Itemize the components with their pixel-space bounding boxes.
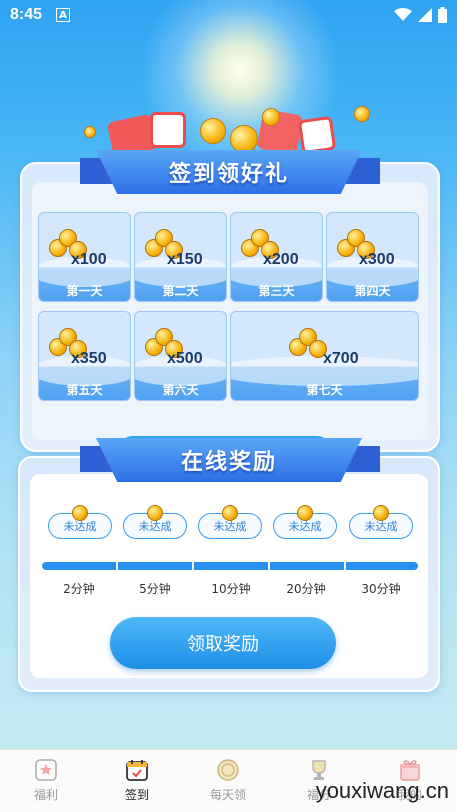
- progress-segment: [42, 562, 116, 570]
- progress-segment: [194, 562, 268, 570]
- day-tile-3[interactable]: x200 第三天: [230, 212, 323, 302]
- day-tile-6[interactable]: x500 第六天: [134, 311, 227, 401]
- nav-label: 签到: [124, 788, 149, 802]
- progress-segment: [118, 562, 192, 570]
- day-tile-4[interactable]: x300 第四天: [326, 212, 419, 302]
- star-icon: [35, 759, 57, 781]
- coin-decoration: [354, 106, 370, 122]
- nav-item-welfare[interactable]: 福利: [8, 758, 84, 803]
- milestone-badge-1: 未达成: [48, 505, 112, 539]
- day-tile-1[interactable]: x100 第一天: [38, 212, 131, 302]
- signin-title: 签到领好礼: [96, 150, 362, 194]
- day-tile-2[interactable]: x150 第二天: [134, 212, 227, 302]
- progress-segment: [346, 562, 418, 570]
- signal-icon: [418, 8, 432, 22]
- gift-box-decoration: [150, 112, 186, 148]
- claim-reward-button[interactable]: 领取奖励: [110, 617, 336, 669]
- day-label: 第五天: [66, 382, 103, 397]
- online-title: 在线奖励: [96, 438, 362, 482]
- nav-item-signin[interactable]: 签到: [99, 758, 175, 803]
- nav-label: 福利: [33, 788, 58, 802]
- wifi-icon: [394, 8, 412, 21]
- day-label: 第二天: [162, 283, 199, 298]
- day-label: 第一天: [66, 283, 103, 298]
- coin-decoration: [84, 126, 96, 138]
- day-label: 第四天: [354, 283, 391, 298]
- watermark-text: youxiwang.cn: [315, 778, 449, 803]
- nav-item-daily[interactable]: 每天领: [190, 758, 266, 803]
- milestone-time: 10分钟: [211, 582, 251, 596]
- bottom-nav: 福利 签到 每天领 福分 我的 youxiwang.cn: [0, 749, 457, 812]
- gift-box-decoration: [297, 115, 337, 155]
- progress-segment: [270, 562, 344, 570]
- coin-icon: [373, 505, 389, 521]
- day-label: 第三天: [258, 283, 295, 298]
- day-label: 第六天: [162, 382, 199, 397]
- coin-icon: [147, 505, 163, 521]
- milestone-time: 20分钟: [286, 582, 326, 596]
- day-amount: x500: [167, 350, 203, 367]
- day-amount: x150: [167, 251, 203, 268]
- day-amount: x200: [263, 251, 299, 268]
- milestone-badge-4: 未达成: [273, 505, 337, 539]
- day-tile-7[interactable]: x700 第七天: [230, 311, 419, 401]
- calendar-icon: [126, 760, 148, 781]
- day-amount: x350: [71, 350, 107, 367]
- milestone-time: 5分钟: [139, 582, 171, 596]
- day-amount: x100: [71, 251, 107, 268]
- day-amount: x300: [359, 251, 395, 268]
- day-amount: x700: [323, 350, 359, 367]
- milestone-badge-2: 未达成: [123, 505, 187, 539]
- battery-icon: [438, 7, 447, 23]
- nav-label: 每天领: [209, 788, 246, 802]
- coin-decoration: [262, 108, 280, 126]
- coin-decoration: [230, 125, 258, 153]
- milestone-time: 30分钟: [361, 582, 401, 596]
- coin-decoration: [200, 118, 226, 144]
- status-time: 8:45: [10, 6, 43, 23]
- coin-icon: [297, 505, 313, 521]
- coin-icon: [72, 505, 88, 521]
- coin-icon: [217, 759, 239, 781]
- coin-icon: [222, 505, 238, 521]
- signin-card: [20, 162, 440, 452]
- milestone-badge-5: 未达成: [349, 505, 413, 539]
- notification-icon: A: [56, 8, 71, 22]
- milestone-time: 2分钟: [63, 582, 95, 596]
- day-tile-5[interactable]: x350 第五天: [38, 311, 131, 401]
- milestone-badge-3: 未达成: [198, 505, 262, 539]
- day-label: 第七天: [306, 382, 343, 397]
